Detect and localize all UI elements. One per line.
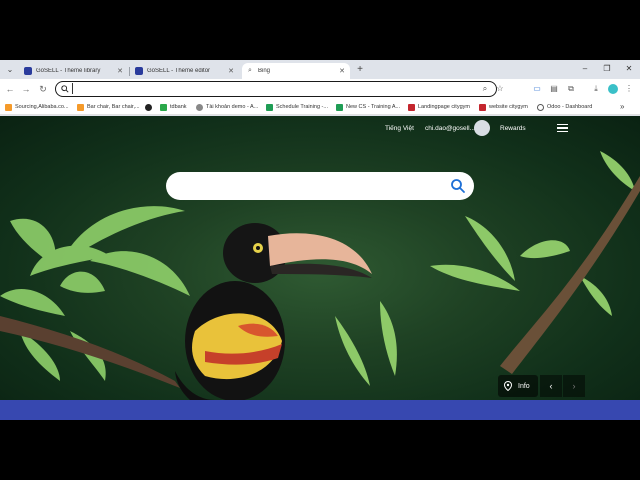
bookmark-label: New CS - Training A... (346, 104, 401, 110)
bottom-accent-strip (0, 400, 640, 420)
bookmark-item[interactable]: Odoo - Dashboard (537, 102, 592, 112)
bookmark-item[interactable] (145, 102, 155, 112)
bookmark-item[interactable]: Landingpage citygym (408, 102, 470, 112)
google-favicon-icon (196, 103, 203, 111)
gosell-favicon-icon (24, 67, 32, 75)
tdbank-favicon-icon (160, 103, 167, 111)
bing-search-input[interactable] (180, 178, 440, 194)
tab-theme-library[interactable]: GoSELL - Theme library ✕ (20, 63, 128, 79)
tab-title: GoSELL - Theme editor (147, 68, 211, 74)
close-tab-icon[interactable]: ✕ (338, 67, 346, 75)
download-icon[interactable]: ⤓ (591, 84, 601, 94)
reading-mode-icon[interactable]: ▤ (549, 84, 559, 94)
tab-divider (129, 67, 130, 76)
bookmark-label: Bar chair, Bar chair,... (87, 104, 140, 110)
image-info-button[interactable]: Info (498, 375, 538, 397)
bookmark-label: website citygym (489, 104, 528, 110)
odoo-favicon-icon (537, 103, 544, 111)
location-pin-icon (504, 381, 512, 391)
bing-search-box[interactable] (166, 172, 474, 200)
account-email[interactable]: chi.dao@gosell... (425, 125, 475, 132)
extensions-puzzle-icon[interactable]: ⧉ (566, 84, 576, 94)
gosell-favicon-icon (135, 67, 143, 75)
bookmark-label: Odoo - Dashboard (547, 104, 593, 110)
bookmark-label: tdbank (170, 104, 187, 110)
video-frame: ⌄ GoSELL - Theme library ✕ GoSELL - Them… (0, 0, 640, 480)
forward-arrow-icon[interactable]: → (20, 83, 32, 95)
globe-favicon-icon (145, 103, 152, 111)
search-favicon-icon: ⌕ (248, 67, 252, 74)
info-label: Info (518, 382, 530, 390)
close-window-button[interactable]: ✕ (622, 63, 636, 75)
back-arrow-icon[interactable]: ← (4, 83, 16, 95)
citygym-favicon-icon (479, 103, 486, 111)
tab-strip: ⌄ GoSELL - Theme library ✕ GoSELL - Them… (0, 60, 640, 79)
bookmark-item[interactable]: website citygym (479, 102, 528, 112)
alibaba-favicon-icon (77, 103, 84, 111)
browser-toolbar: ← → ↻ ⌕ ☆ ▭ ▤ ⧉ ⤓ ⋮ (0, 79, 640, 99)
bookmark-item[interactable]: Sourcing,Alibaba.co... (5, 102, 69, 112)
user-avatar-icon[interactable] (474, 120, 490, 136)
citygym-favicon-icon (408, 103, 415, 111)
previous-image-button[interactable]: ‹ (540, 375, 562, 397)
bookmark-label: Schedule Training -... (276, 104, 328, 110)
bookmark-label: Sourcing,Alibaba.co... (15, 104, 69, 110)
tab-search-icon[interactable]: ⌄ (4, 64, 16, 76)
tab-title: GoSELL - Theme library (36, 68, 101, 74)
reload-icon[interactable]: ↻ (37, 83, 49, 95)
bookmark-label: Landingpage citygym (418, 104, 470, 110)
search-icon[interactable] (450, 178, 466, 194)
sheets-favicon-icon (266, 103, 273, 111)
bookmark-item[interactable]: Tài khoản demo - A... (196, 102, 258, 112)
bookmark-item[interactable]: tdbank (160, 102, 187, 112)
tab-title: Bing (258, 68, 271, 74)
new-tab-button[interactable]: + (354, 64, 366, 76)
address-bar[interactable]: ⌕ ☆ (55, 81, 504, 97)
maximize-button[interactable]: ❐ (600, 63, 614, 75)
bing-homepage: Tiếng Việt chi.dao@gosell... Rewards Inf… (0, 116, 640, 400)
next-image-button[interactable]: › (563, 375, 585, 397)
extension-icon[interactable]: ▭ (532, 84, 542, 94)
bookmark-item[interactable]: Schedule Training -... (266, 102, 328, 112)
background-image-toucan (0, 151, 640, 400)
alibaba-favicon-icon (5, 103, 12, 111)
zoom-icon[interactable]: ⌕ (480, 84, 490, 94)
more-menu-icon[interactable]: ⋮ (624, 84, 634, 94)
search-icon (61, 85, 69, 93)
language-link[interactable]: Tiếng Việt (385, 125, 414, 132)
rewards-link[interactable]: Rewards (500, 125, 526, 132)
more-bookmarks-icon[interactable]: » (620, 102, 624, 111)
browser-window: ⌄ GoSELL - Theme library ✕ GoSELL - Them… (0, 60, 640, 420)
bookmarks-bar: Sourcing,Alibaba.co... Bar chair, Bar ch… (0, 99, 640, 115)
bookmark-star-icon[interactable]: ☆ (495, 84, 505, 94)
bookmark-item[interactable]: New CS - Training A... (336, 102, 400, 112)
tab-bing[interactable]: ⌕ Bing ✕ (242, 63, 350, 79)
tab-theme-editor[interactable]: GoSELL - Theme editor ✕ (131, 63, 239, 79)
minimize-button[interactable]: – (578, 63, 592, 75)
close-tab-icon[interactable]: ✕ (227, 67, 235, 75)
bookmark-label: Tài khoản demo - A... (206, 104, 259, 110)
close-tab-icon[interactable]: ✕ (116, 67, 124, 75)
sheets-favicon-icon (336, 103, 343, 111)
bookmark-item[interactable]: Bar chair, Bar chair,... (77, 102, 140, 112)
hamburger-menu-icon[interactable] (557, 124, 568, 132)
profile-avatar-icon[interactable] (608, 84, 618, 94)
address-input[interactable] (72, 83, 472, 94)
